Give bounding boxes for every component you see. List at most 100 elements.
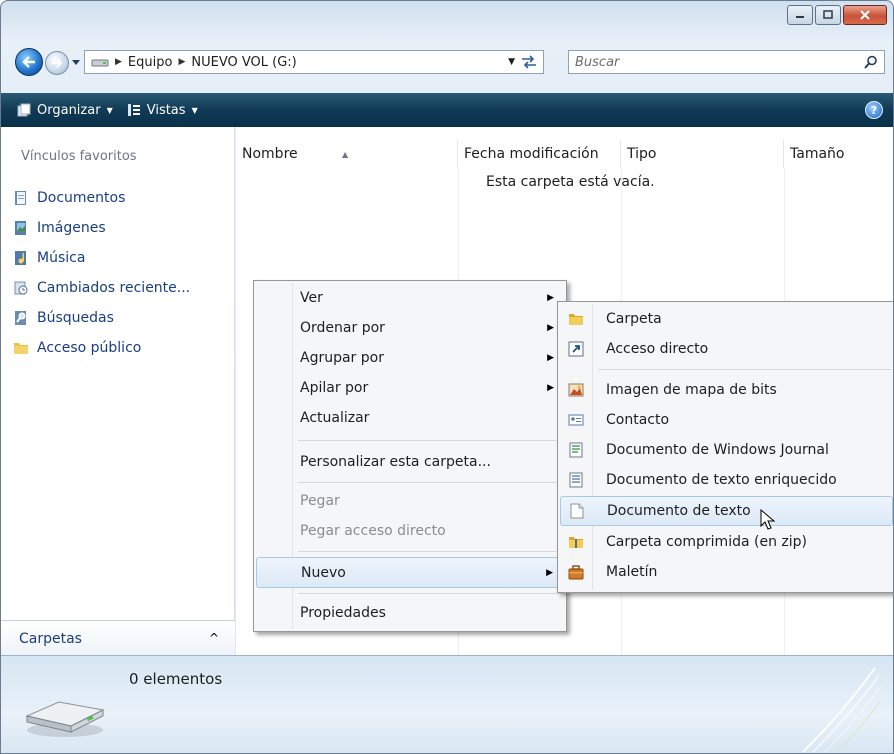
drive-icon	[91, 59, 109, 67]
organize-button[interactable]: Organizar ▼	[17, 103, 113, 118]
fav-item-label: Música	[37, 250, 86, 266]
forward-button[interactable]	[45, 51, 69, 75]
column-header-nombre[interactable]: Nombre ▲	[236, 140, 458, 168]
new-item-contacto[interactable]: Contacto	[560, 406, 893, 434]
menu-item-pegar: Pegar	[256, 487, 564, 515]
menu-item-label: Ordenar por	[300, 320, 385, 336]
text-document-icon	[570, 503, 584, 519]
minimize-button[interactable]	[787, 5, 813, 25]
menu-item-label: Carpeta comprimida (en zip)	[606, 534, 807, 550]
documents-icon	[15, 191, 26, 205]
menu-item-agrupar-por[interactable]: Agrupar por ▶	[256, 344, 564, 372]
music-icon	[15, 251, 26, 265]
organize-label: Organizar	[37, 102, 101, 118]
menu-separator	[298, 593, 562, 594]
search-icon[interactable]	[864, 55, 878, 69]
chevron-up-icon: ^	[208, 631, 219, 645]
minimize-icon	[796, 16, 804, 18]
empty-folder-message: Esta carpeta está vacía.	[486, 174, 655, 190]
fav-item-busquedas[interactable]: Búsquedas	[13, 303, 190, 333]
new-item-texto-enriquecido[interactable]: Documento de texto enriquecido	[560, 466, 893, 494]
close-icon	[860, 10, 870, 20]
briefcase-icon	[568, 565, 584, 580]
menu-separator	[298, 551, 562, 552]
back-arrow-icon	[22, 56, 35, 68]
refresh-icon[interactable]	[519, 53, 539, 71]
new-item-imagen-mapa-bits[interactable]: Imagen de mapa de bits	[560, 376, 893, 404]
public-folder-icon	[14, 343, 28, 354]
recent-pages-dropdown-icon[interactable]	[72, 58, 80, 66]
menu-item-label: Imagen de mapa de bits	[606, 382, 777, 398]
searches-icon	[15, 311, 26, 325]
pictures-icon	[15, 221, 26, 235]
explorer-window: ▶ Equipo ▶ NUEVO VOL (G:) ▼ Buscar Organ…	[0, 0, 894, 754]
journal-icon	[569, 442, 583, 458]
folders-toggle[interactable]: Carpetas ^	[1, 620, 235, 656]
help-icon: ?	[870, 103, 878, 117]
column-label: Tamaño	[790, 146, 845, 162]
column-header-fecha[interactable]: Fecha modificación	[458, 140, 621, 168]
address-row: ▶ Equipo ▶ NUEVO VOL (G:) ▼ Buscar	[15, 48, 885, 76]
caption-buttons	[787, 5, 887, 25]
menu-item-ver[interactable]: Ver ▶	[256, 284, 564, 312]
fav-item-imagenes[interactable]: Imágenes	[13, 213, 190, 243]
breadcrumb-separator-icon: ▶	[115, 57, 122, 67]
address-dropdown-icon[interactable]: ▼	[508, 57, 515, 67]
submenu-arrow-icon: ▶	[546, 567, 553, 578]
column-label: Tipo	[627, 146, 657, 162]
new-item-carpeta-comprimida[interactable]: Carpeta comprimida (en zip)	[560, 528, 893, 556]
new-item-windows-journal[interactable]: Documento de Windows Journal	[560, 436, 893, 464]
bitmap-icon	[568, 383, 584, 397]
rtf-icon	[569, 472, 583, 488]
menu-item-personalizar[interactable]: Personalizar esta carpeta...	[256, 448, 564, 476]
menu-item-label: Contacto	[606, 412, 670, 428]
breadcrumb-separator-icon: ▶	[178, 57, 186, 67]
maximize-button[interactable]	[815, 5, 841, 25]
close-button[interactable]	[843, 5, 887, 25]
menu-item-propiedades[interactable]: Propiedades	[256, 599, 564, 627]
search-input[interactable]: Buscar	[568, 50, 885, 74]
item-count: 0 elementos	[129, 670, 223, 688]
mouse-cursor-icon	[760, 509, 776, 530]
address-bar[interactable]: ▶ Equipo ▶ NUEVO VOL (G:) ▼	[84, 50, 544, 74]
menu-item-label: Nuevo	[301, 564, 346, 581]
new-item-documento-texto[interactable]: Documento de texto	[560, 496, 893, 526]
command-toolbar: Organizar ▼ Vistas ▼ ?	[1, 93, 893, 127]
menu-item-label: Maletín	[606, 564, 658, 580]
breadcrumb-nuevo-vol[interactable]: NUEVO VOL (G:)	[191, 55, 296, 70]
views-label: Vistas	[146, 102, 186, 118]
menu-item-pegar-acceso-directo: Pegar acceso directo	[256, 517, 564, 545]
fav-item-label: Imágenes	[37, 220, 106, 236]
breadcrumb-equipo[interactable]: Equipo	[128, 55, 173, 70]
column-header-tipo[interactable]: Tipo	[621, 140, 784, 168]
sort-ascending-icon: ▲	[342, 150, 349, 159]
views-button[interactable]: Vistas ▼	[127, 103, 198, 118]
column-label: Nombre	[242, 146, 298, 162]
new-item-acceso-directo[interactable]: Acceso directo	[560, 335, 893, 363]
folder-icon	[569, 314, 583, 325]
submenu-arrow-icon: ▶	[547, 383, 554, 393]
fav-item-documentos[interactable]: Documentos	[13, 183, 190, 213]
favorite-links-list: Documentos Imágenes Música Cambiados rec…	[13, 183, 190, 363]
favorite-links-title: Vínculos favoritos	[21, 149, 137, 164]
fav-item-acceso-publico[interactable]: Acceso público	[13, 333, 190, 363]
new-item-carpeta[interactable]: Carpeta	[560, 305, 893, 333]
menu-item-label: Agrupar por	[300, 350, 384, 366]
search-placeholder: Buscar	[575, 54, 620, 70]
back-button[interactable]	[15, 48, 43, 76]
menu-item-ordenar-por[interactable]: Ordenar por ▶	[256, 314, 564, 342]
menu-item-nuevo[interactable]: Nuevo ▶	[256, 557, 564, 588]
menu-separator	[298, 482, 562, 483]
menu-item-actualizar[interactable]: Actualizar	[256, 404, 564, 432]
column-header-tamano[interactable]: Tamaño	[784, 140, 893, 168]
menu-separator	[598, 369, 891, 370]
maximize-icon	[823, 10, 833, 19]
forward-arrow-icon	[52, 58, 63, 68]
help-button[interactable]: ?	[865, 101, 883, 119]
context-menu: Ver ▶ Ordenar por ▶ Agrupar por ▶ Apilar…	[253, 280, 567, 632]
menu-item-label: Pegar acceso directo	[300, 523, 446, 539]
menu-item-apilar-por[interactable]: Apilar por ▶	[256, 374, 564, 402]
new-item-maletin[interactable]: Maletín	[560, 558, 893, 586]
fav-item-musica[interactable]: Música	[13, 243, 190, 273]
fav-item-cambiados-recientemente[interactable]: Cambiados reciente...	[13, 273, 190, 303]
